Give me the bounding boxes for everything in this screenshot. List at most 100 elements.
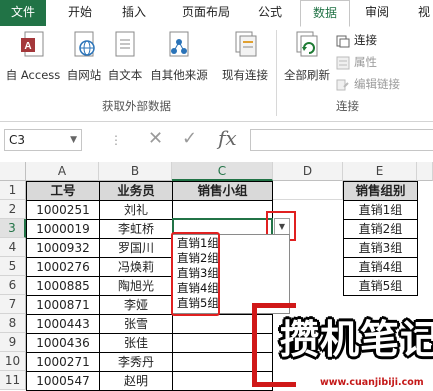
name-cell[interactable]: 李虹桥 xyxy=(99,219,173,239)
select-all-corner[interactable] xyxy=(0,162,26,181)
id-cell[interactable]: 1000932 xyxy=(26,238,100,258)
from-other-sources-label: 自其他来源 xyxy=(150,68,208,82)
ribbon-tab-bar: 文件 开始 插入 页面布局 公式 数据 审阅 视 xyxy=(0,0,433,27)
row-header-4[interactable]: 4 xyxy=(0,238,26,257)
id-cell[interactable]: 1000436 xyxy=(26,333,100,353)
column-header-e[interactable]: E xyxy=(343,162,417,181)
highlight-box-options xyxy=(171,232,220,316)
id-cell[interactable]: 1000885 xyxy=(26,276,100,296)
row-header-7[interactable]: 7 xyxy=(0,295,26,314)
name-box[interactable]: C3 ▼ xyxy=(4,129,82,151)
column-header-d[interactable]: D xyxy=(273,162,343,181)
name-cell[interactable]: 罗国川 xyxy=(99,238,173,258)
watermark-url: www.cuanjibiji.com xyxy=(320,377,424,388)
tab-page-layout[interactable]: 页面布局 xyxy=(170,0,242,26)
header-cell-group[interactable]: 销售小组 xyxy=(172,181,273,201)
id-cell[interactable]: 1000443 xyxy=(26,314,100,334)
svg-text:A: A xyxy=(24,41,31,52)
text-file-icon xyxy=(115,31,135,57)
row-header-10[interactable]: 10 xyxy=(0,352,26,371)
tab-formulas[interactable]: 公式 xyxy=(250,0,290,26)
enter-check-icon[interactable]: ✓ xyxy=(182,128,197,149)
edit-links-icon xyxy=(336,79,349,90)
column-header-b[interactable]: B xyxy=(99,162,172,181)
name-cell[interactable]: 赵明 xyxy=(99,371,173,391)
more-dots-icon: ⋮ xyxy=(110,133,122,147)
connections-label: 连接 xyxy=(354,33,377,47)
column-header-a[interactable]: A xyxy=(26,162,99,181)
row-header-8[interactable]: 8 xyxy=(0,314,26,333)
connections-icon xyxy=(336,35,350,47)
column-header-c[interactable]: C xyxy=(172,162,273,181)
properties-label: 属性 xyxy=(354,55,377,69)
tab-review[interactable]: 审阅 xyxy=(357,0,397,26)
connections-button[interactable]: 连接 xyxy=(336,30,377,50)
properties-button[interactable]: 属性 xyxy=(336,52,377,72)
name-cell[interactable]: 冯焕莉 xyxy=(99,257,173,277)
name-cell[interactable]: 李秀丹 xyxy=(99,352,173,372)
other-sources-icon xyxy=(169,31,189,57)
from-other-sources-button[interactable]: 自其他来源 xyxy=(146,28,212,90)
name-cell[interactable]: 张佳 xyxy=(99,333,173,353)
column-header-f[interactable] xyxy=(417,162,433,181)
from-access-button[interactable]: A 自 Access xyxy=(2,28,64,90)
from-access-label: 自 Access xyxy=(5,68,61,82)
from-web-label: 自网站 xyxy=(66,68,102,82)
name-cell[interactable]: 刘礼 xyxy=(99,200,173,220)
access-database-icon: A xyxy=(21,31,44,57)
name-cell[interactable]: 陶旭光 xyxy=(99,276,173,296)
watermark-brand: 攒机笔记 xyxy=(280,318,433,363)
row-header-1[interactable]: 1 xyxy=(0,181,26,200)
cancel-icon[interactable]: ✕ xyxy=(148,128,163,149)
id-cell[interactable]: 1000276 xyxy=(26,257,100,277)
id-cell[interactable]: 1000271 xyxy=(26,352,100,372)
name-cell[interactable]: 张雪 xyxy=(99,314,173,334)
chevron-down-icon[interactable]: ▼ xyxy=(70,130,77,150)
id-cell[interactable]: 1000019 xyxy=(26,219,100,239)
group-label-connections: 连接 xyxy=(336,99,359,113)
tab-file[interactable]: 文件 xyxy=(0,0,46,26)
row-header-2[interactable]: 2 xyxy=(0,200,26,219)
refresh-all-button[interactable]: 全部刷新 xyxy=(280,28,334,90)
existing-connections-label: 现有连接 xyxy=(222,68,268,82)
tab-insert[interactable]: 插入 xyxy=(114,0,154,26)
name-cell[interactable]: 李娅 xyxy=(99,295,173,315)
tab-home[interactable]: 开始 xyxy=(60,0,100,26)
group-cell[interactable] xyxy=(172,200,273,220)
edit-links-button[interactable]: 编辑链接 xyxy=(336,74,400,94)
tab-data[interactable]: 数据 xyxy=(300,0,350,27)
group-list-cell[interactable]: 直销2组 xyxy=(343,219,418,239)
formula-input[interactable] xyxy=(250,129,433,151)
properties-icon xyxy=(336,56,350,69)
row-header-6[interactable]: 6 xyxy=(0,276,26,295)
row-header-3[interactable]: 3 xyxy=(0,219,26,238)
header-cell-id[interactable]: 工号 xyxy=(26,181,100,201)
group-list-cell[interactable]: 直销4组 xyxy=(343,257,418,277)
existing-connections-icon xyxy=(235,31,257,57)
id-cell[interactable]: 1000251 xyxy=(26,200,100,220)
existing-connections-button[interactable]: 现有连接 xyxy=(218,28,272,90)
row-header-5[interactable]: 5 xyxy=(0,257,26,276)
group-separator xyxy=(276,30,277,116)
from-text-label: 自文本 xyxy=(107,68,143,82)
insert-function-icon[interactable]: fx xyxy=(218,126,237,150)
watermark: 攒机笔记 www.cuanjibiji.com xyxy=(252,303,433,391)
group-list-cell[interactable]: 直销5组 xyxy=(343,276,418,296)
from-web-button[interactable]: 自网站 xyxy=(64,28,104,90)
header-cell-salesperson[interactable]: 业务员 xyxy=(99,181,173,201)
id-cell[interactable]: 1000547 xyxy=(26,371,100,391)
group-list-cell[interactable]: 直销3组 xyxy=(343,238,418,258)
refresh-all-label: 全部刷新 xyxy=(284,68,330,82)
ribbon-data: A 自 Access 自网站 自文本 自其他来源 现有连接 全部刷新 连接 属性… xyxy=(0,26,433,122)
edit-links-label: 编辑链接 xyxy=(354,77,400,91)
formula-bar: C3 ▼ ⋮ ✕ ✓ fx xyxy=(0,122,433,160)
row-header-11[interactable]: 11 xyxy=(0,371,26,390)
header-cell-group-list[interactable]: 销售组别 xyxy=(343,181,418,201)
row-header-9[interactable]: 9 xyxy=(0,333,26,352)
grid-cell[interactable] xyxy=(273,181,343,200)
from-text-button[interactable]: 自文本 xyxy=(104,28,146,90)
refresh-icon xyxy=(296,31,318,57)
tab-view[interactable]: 视 xyxy=(410,0,433,26)
id-cell[interactable]: 1000871 xyxy=(26,295,100,315)
group-list-cell[interactable]: 直销1组 xyxy=(343,200,418,220)
